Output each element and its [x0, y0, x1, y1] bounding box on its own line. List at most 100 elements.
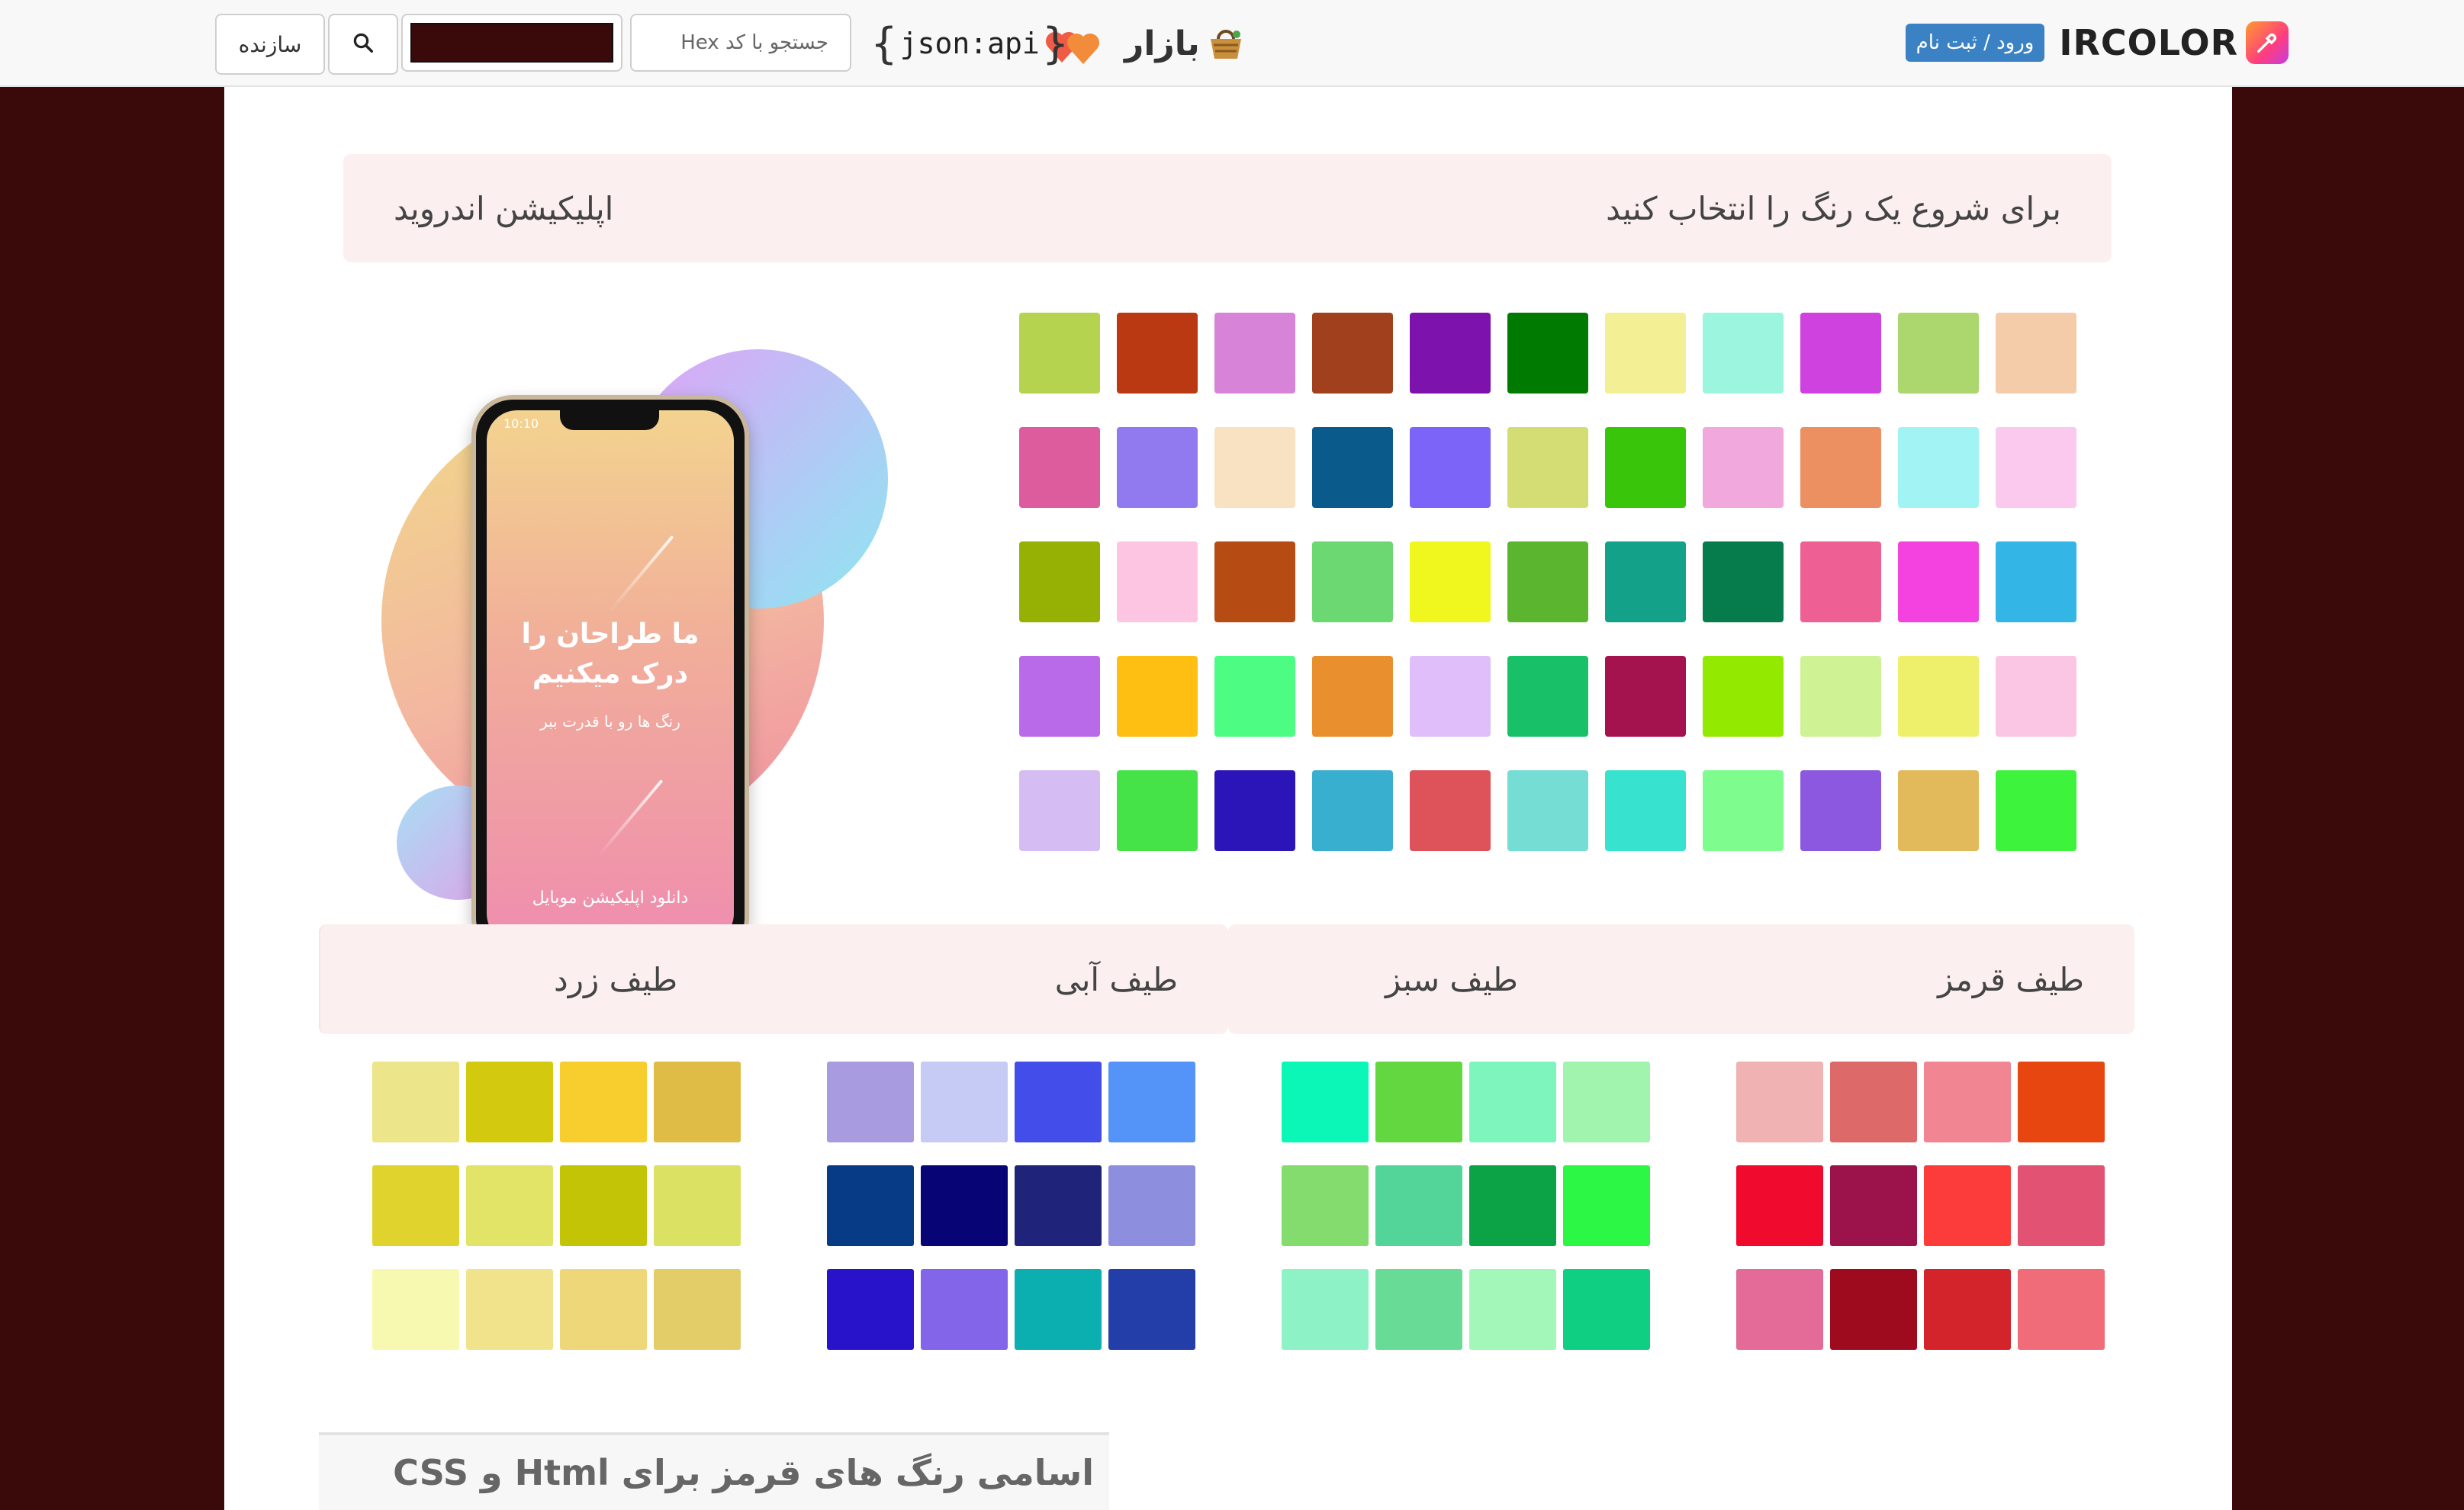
blue-swatch[interactable] — [827, 1269, 914, 1350]
color-swatch[interactable] — [1507, 541, 1588, 622]
green-swatch[interactable] — [1375, 1269, 1462, 1350]
yellow-swatch[interactable] — [372, 1165, 459, 1246]
color-swatch[interactable] — [1800, 541, 1881, 622]
red-swatch[interactable] — [1830, 1062, 1917, 1142]
color-swatch[interactable] — [1312, 541, 1393, 622]
color-swatch[interactable] — [1898, 313, 1979, 394]
color-swatch[interactable] — [1117, 427, 1198, 508]
selected-color-box[interactable] — [401, 14, 622, 72]
android-app-promo[interactable]: 10:10 ما طراحان را درک میکنیم رنگ ها رو … — [374, 300, 900, 972]
red-swatch[interactable] — [2018, 1165, 2105, 1246]
color-swatch[interactable] — [1703, 770, 1784, 851]
blue-swatch[interactable] — [827, 1165, 914, 1246]
color-swatch[interactable] — [1117, 770, 1198, 851]
red-swatch[interactable] — [2018, 1062, 2105, 1142]
color-swatch[interactable] — [1019, 541, 1100, 622]
blue-swatch[interactable] — [1108, 1269, 1195, 1350]
green-spectrum-title[interactable]: طیف سبز — [1385, 961, 1518, 998]
color-swatch[interactable] — [1996, 770, 2076, 851]
color-swatch[interactable] — [1410, 770, 1491, 851]
color-swatch[interactable] — [1898, 656, 1979, 737]
color-swatch[interactable] — [1898, 541, 1979, 622]
red-swatch[interactable] — [1830, 1269, 1917, 1350]
yellow-swatch[interactable] — [466, 1062, 553, 1142]
green-swatch[interactable] — [1375, 1062, 1462, 1142]
color-swatch[interactable] — [1703, 313, 1784, 394]
color-swatch[interactable] — [1117, 541, 1198, 622]
color-swatch[interactable] — [1703, 656, 1784, 737]
color-swatch[interactable] — [1605, 770, 1686, 851]
yellow-swatch[interactable] — [372, 1269, 459, 1350]
yellow-swatch[interactable] — [654, 1269, 741, 1350]
android-app-link[interactable]: اپلیکیشن اندروید — [394, 190, 613, 227]
color-swatch[interactable] — [1410, 313, 1491, 394]
color-swatch[interactable] — [1019, 313, 1100, 394]
color-swatch[interactable] — [1214, 541, 1295, 622]
color-swatch[interactable] — [1312, 770, 1393, 851]
color-swatch[interactable] — [1898, 770, 1979, 851]
red-swatch[interactable] — [1924, 1062, 2011, 1142]
blue-swatch[interactable] — [1015, 1269, 1102, 1350]
green-swatch[interactable] — [1563, 1269, 1650, 1350]
color-swatch[interactable] — [1214, 656, 1295, 737]
blue-swatch[interactable] — [1015, 1165, 1102, 1246]
red-swatch[interactable] — [1924, 1269, 2011, 1350]
yellow-swatch[interactable] — [560, 1062, 647, 1142]
color-swatch[interactable] — [1507, 656, 1588, 737]
color-swatch[interactable] — [1996, 656, 2076, 737]
color-swatch[interactable] — [1800, 656, 1881, 737]
yellow-swatch[interactable] — [372, 1062, 459, 1142]
color-swatch[interactable] — [1312, 313, 1393, 394]
color-swatch[interactable] — [1996, 541, 2076, 622]
color-swatch[interactable] — [1605, 656, 1686, 737]
blue-spectrum-title[interactable]: طیف آبی — [1055, 961, 1178, 998]
red-swatch[interactable] — [2018, 1269, 2105, 1350]
color-swatch[interactable] — [1214, 427, 1295, 508]
red-swatch[interactable] — [1924, 1165, 2011, 1246]
green-swatch[interactable] — [1375, 1165, 1462, 1246]
color-swatch[interactable] — [1996, 427, 2076, 508]
login-register-button[interactable]: ورود / ثبت نام — [1906, 24, 2044, 62]
green-swatch[interactable] — [1563, 1165, 1650, 1246]
color-swatch[interactable] — [1605, 541, 1686, 622]
color-swatch[interactable] — [1214, 770, 1295, 851]
red-swatch[interactable] — [1830, 1165, 1917, 1246]
color-swatch[interactable] — [1019, 427, 1100, 508]
blue-swatch[interactable] — [921, 1269, 1008, 1350]
blue-swatch[interactable] — [1108, 1062, 1195, 1142]
green-swatch[interactable] — [1563, 1062, 1650, 1142]
hex-search-input[interactable] — [630, 14, 851, 72]
yellow-swatch[interactable] — [560, 1165, 647, 1246]
color-swatch[interactable] — [1703, 427, 1784, 508]
color-swatch[interactable] — [1410, 427, 1491, 508]
maker-button[interactable]: سازنده — [215, 14, 325, 75]
json-api-link[interactable]: { json:api } — [871, 17, 1068, 70]
blue-swatch[interactable] — [921, 1165, 1008, 1246]
blue-swatch[interactable] — [1108, 1165, 1195, 1246]
blue-swatch[interactable] — [921, 1062, 1008, 1142]
green-swatch[interactable] — [1282, 1165, 1369, 1246]
color-swatch[interactable] — [1898, 427, 1979, 508]
brand-logo[interactable]: IRCOLOR — [2059, 20, 2289, 66]
green-swatch[interactable] — [1469, 1165, 1556, 1246]
blue-swatch[interactable] — [1015, 1062, 1102, 1142]
red-spectrum-title[interactable]: طیف قرمز — [1938, 961, 2084, 998]
color-swatch[interactable] — [1214, 313, 1295, 394]
search-button[interactable] — [328, 14, 398, 75]
red-swatch[interactable] — [1736, 1165, 1823, 1246]
green-swatch[interactable] — [1282, 1062, 1369, 1142]
red-swatch[interactable] — [1736, 1269, 1823, 1350]
yellow-swatch[interactable] — [466, 1165, 553, 1246]
color-swatch[interactable] — [1605, 427, 1686, 508]
color-swatch[interactable] — [1312, 656, 1393, 737]
color-swatch[interactable] — [1605, 313, 1686, 394]
yellow-spectrum-title[interactable]: طیف زرد — [554, 961, 677, 998]
bazar-link[interactable]: بازار — [1124, 17, 1246, 70]
color-swatch[interactable] — [1410, 656, 1491, 737]
red-swatch[interactable] — [1736, 1062, 1823, 1142]
color-swatch[interactable] — [1117, 313, 1198, 394]
green-swatch[interactable] — [1469, 1062, 1556, 1142]
yellow-swatch[interactable] — [560, 1269, 647, 1350]
color-swatch[interactable] — [1800, 313, 1881, 394]
color-swatch[interactable] — [1410, 541, 1491, 622]
